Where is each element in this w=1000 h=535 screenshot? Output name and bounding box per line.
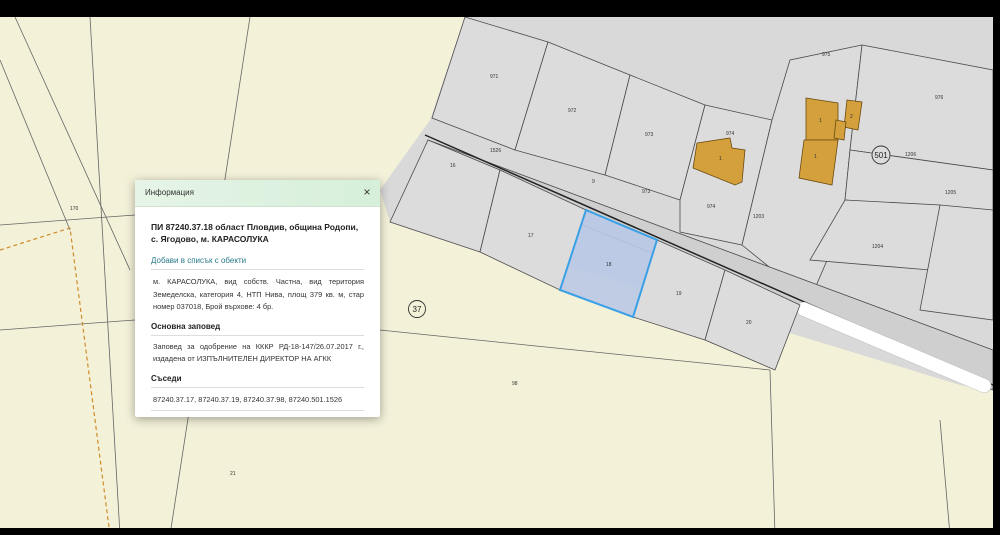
label-21: 21 — [230, 471, 236, 477]
label-18: 18 — [606, 262, 612, 268]
svg-text:501: 501 — [874, 151, 888, 160]
building-975b[interactable] — [798, 139, 839, 186]
label-building-1a: 1 — [719, 156, 722, 162]
label-building-2: 2 — [850, 114, 853, 120]
label-98: 98 — [512, 381, 518, 387]
info-panel-header: Информация × — [135, 180, 380, 207]
label-19: 19 — [676, 291, 682, 297]
letterbox-right — [993, 0, 1000, 535]
add-to-list-link[interactable]: Добави в списък с обекти — [151, 256, 364, 270]
label-973: 973 — [645, 132, 654, 138]
label-974: 974 — [726, 131, 735, 137]
order-text: Заповед за одобрение на КККР РД-18-147/2… — [153, 341, 364, 364]
map-viewport[interactable]: 971 972 973 974 975 976 1526 1203 1204 1… — [0, 0, 1000, 535]
letterbox-top — [0, 0, 1000, 17]
building-975d[interactable] — [833, 119, 847, 141]
neighbors-text: 87240.37.17, 87240.37.19, 87240.37.98, 8… — [151, 394, 364, 411]
label-975: 975 — [822, 52, 831, 58]
letterbox-bottom — [0, 528, 1000, 535]
label-1526: 1526 — [490, 148, 501, 154]
label-1205: 1205 — [945, 190, 956, 196]
building-975a[interactable] — [805, 97, 839, 141]
info-panel: Информация × ПИ 87240.37.18 област Пловд… — [135, 180, 380, 417]
label-1203: 1203 — [753, 214, 764, 220]
label-9: 9 — [592, 179, 595, 185]
parcel-description: м. КАРАСОЛУКА, вид собств. Частна, вид т… — [153, 277, 364, 311]
label-972: 972 — [568, 108, 577, 114]
label-973b: 973 — [642, 189, 651, 195]
road-badge-501: 501 — [871, 145, 891, 165]
label-974b: 974 — [707, 204, 716, 210]
svg-text:37: 37 — [413, 305, 422, 314]
order-heading: Основна заповед — [151, 322, 364, 336]
label-17: 17 — [528, 233, 534, 239]
label-1206: 1206 — [905, 152, 916, 158]
label-building-1c: 1 — [814, 154, 817, 160]
parcel-title: ПИ 87240.37.18 област Пловдив, община Ро… — [151, 222, 359, 244]
neighbors-heading: Съседи — [151, 374, 364, 388]
close-button[interactable]: × — [360, 185, 374, 199]
label-971: 971 — [490, 74, 499, 80]
label-building-1b: 1 — [819, 118, 822, 124]
info-panel-body: ПИ 87240.37.18 област Пловдив, община Ро… — [135, 207, 380, 411]
label-16: 16 — [450, 163, 456, 169]
label-20: 20 — [746, 320, 752, 326]
info-panel-title: Информация — [145, 188, 194, 197]
label-170: 170 — [70, 206, 79, 212]
label-1204: 1204 — [872, 244, 883, 250]
label-976: 976 — [935, 95, 944, 101]
road-badge-37: 37 — [408, 300, 426, 318]
